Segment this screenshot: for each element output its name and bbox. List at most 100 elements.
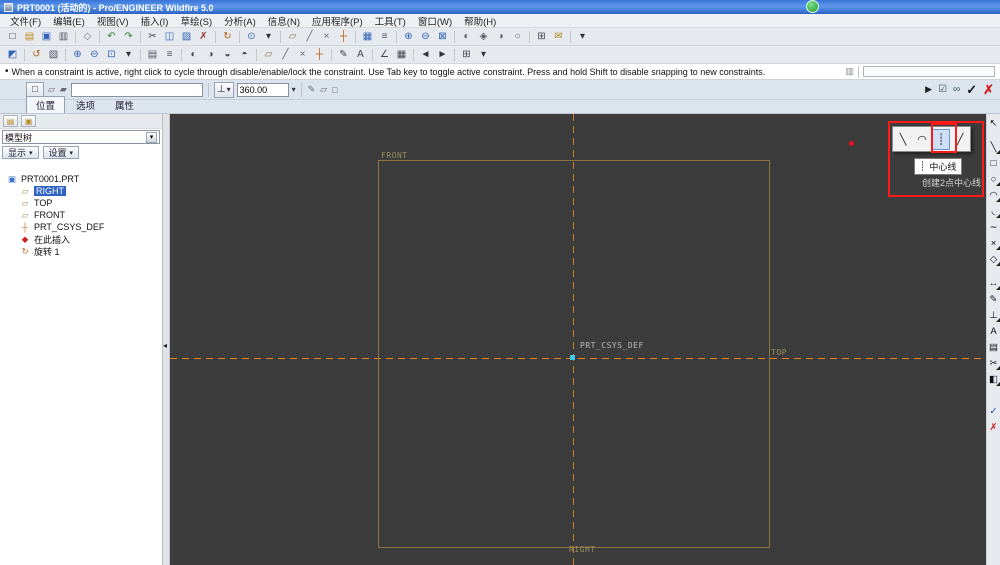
message-log-icon[interactable]: ▥ bbox=[845, 66, 854, 77]
next-view-button[interactable]: ► bbox=[434, 47, 451, 62]
line-tool[interactable]: ╲ bbox=[987, 141, 1000, 154]
verify-glasses-icon[interactable]: ∞ bbox=[953, 84, 960, 95]
constraint-tool[interactable]: ⊥ bbox=[987, 309, 1000, 322]
cut-button[interactable]: ✂ bbox=[144, 29, 161, 44]
cancel-feature-button[interactable]: ✗ bbox=[983, 82, 994, 98]
mail-button[interactable]: ✉ bbox=[550, 29, 567, 44]
layers-button[interactable]: ≡ bbox=[376, 29, 393, 44]
palette-tool[interactable]: ▤ bbox=[987, 341, 1000, 354]
done-button[interactable]: ✓ bbox=[987, 405, 1000, 418]
toggle-datum-csys[interactable]: ┼ bbox=[311, 47, 328, 62]
sketch-edit-icon[interactable]: ✎ bbox=[307, 84, 317, 95]
new-button[interactable]: □ bbox=[4, 29, 21, 44]
datum-point-toggle[interactable]: × bbox=[318, 29, 335, 44]
option-icon-1[interactable]: ▱ bbox=[47, 84, 56, 95]
style-hidden-button[interactable]: ◑ bbox=[202, 47, 219, 62]
undo-button[interactable]: ↶ bbox=[103, 29, 120, 44]
menu-applications[interactable]: 应用程序(P) bbox=[306, 14, 369, 28]
repaint-button[interactable]: ◩ bbox=[4, 47, 21, 62]
style-no-hidden-button[interactable]: ◒ bbox=[219, 47, 236, 62]
menu-insert[interactable]: 插入(I) bbox=[134, 14, 174, 28]
toggle-datum-axes[interactable]: ╱ bbox=[277, 47, 294, 62]
wireframe-display-button[interactable]: ○ bbox=[509, 29, 526, 44]
previous-view-button[interactable]: ◄ bbox=[417, 47, 434, 62]
solid-option-icon[interactable]: □ bbox=[331, 85, 338, 95]
hidden-line-display-button[interactable]: ◑ bbox=[492, 29, 509, 44]
more-view-tools-button[interactable]: ▾ bbox=[475, 47, 492, 62]
message-status-field[interactable] bbox=[863, 66, 995, 77]
new-window-button[interactable]: ⊞ bbox=[533, 29, 550, 44]
menu-view[interactable]: 视图(V) bbox=[91, 14, 135, 28]
angle-dropdown-icon[interactable]: ▾ bbox=[292, 85, 296, 94]
menu-info[interactable]: 信息(N) bbox=[262, 14, 306, 28]
menu-help[interactable]: 帮助(H) bbox=[458, 14, 502, 28]
axis-collector-input[interactable] bbox=[71, 83, 203, 97]
tree-columns-button[interactable]: ▣ bbox=[21, 115, 36, 127]
rectangle-tool[interactable]: □ bbox=[987, 157, 1000, 170]
print-button[interactable]: ▥ bbox=[55, 29, 72, 44]
erase-button[interactable]: ◇ bbox=[79, 29, 96, 44]
settings-dropdown-button[interactable]: 设置 ▾ bbox=[43, 146, 80, 159]
resume-button[interactable]: ▶ bbox=[925, 84, 932, 95]
style-shaded-button[interactable]: ◐ bbox=[185, 47, 202, 62]
select-tool[interactable]: ↖ bbox=[987, 117, 1000, 130]
toggle-datum-planes[interactable]: ▱ bbox=[260, 47, 277, 62]
use-edge-tool[interactable]: ◇ bbox=[987, 253, 1000, 266]
tab-properties[interactable]: 属性 bbox=[106, 97, 143, 113]
datum-plane-toggle[interactable]: ▱ bbox=[284, 29, 301, 44]
refit-button[interactable]: ⊠ bbox=[434, 29, 451, 44]
zoom-out-view-button[interactable]: ⊖ bbox=[86, 47, 103, 62]
menu-analysis[interactable]: 分析(A) bbox=[218, 14, 262, 28]
show-dropdown-button[interactable]: 显示 ▾ bbox=[2, 146, 39, 159]
zoom-in-button[interactable]: ⊕ bbox=[400, 29, 417, 44]
style-wireframe-button[interactable]: ◓ bbox=[236, 47, 253, 62]
surface-option-icon[interactable]: ▱ bbox=[319, 84, 328, 95]
save-button[interactable]: ▣ bbox=[38, 29, 55, 44]
quit-button[interactable]: ✗ bbox=[987, 421, 1000, 434]
tree-item-insert-here[interactable]: ◆ 在此插入 bbox=[0, 233, 162, 245]
arc-tool[interactable]: ◠ bbox=[987, 189, 1000, 202]
model-tree-toggle[interactable]: ▦ bbox=[359, 29, 376, 44]
spline-tool[interactable]: ∼ bbox=[987, 221, 1000, 234]
tree-item-revolve[interactable]: ↻ 旋转 1 bbox=[0, 245, 162, 257]
point-tool[interactable]: × bbox=[987, 237, 1000, 250]
model-tree-selector[interactable]: 模型树 ▾ bbox=[2, 130, 160, 144]
search-button[interactable]: ⊙ bbox=[243, 29, 260, 44]
delete-button[interactable]: ✗ bbox=[195, 29, 212, 44]
tree-item-part[interactable]: ▣ PRT0001.PRT bbox=[0, 173, 162, 185]
panel-splitter[interactable]: ◂ bbox=[163, 114, 170, 565]
sketch-orientation-button[interactable]: ∠ bbox=[376, 47, 393, 62]
title-bar[interactable]: PRT0001 (活动的) - Pro/ENGINEER Wildfire 5.… bbox=[0, 0, 1000, 14]
menu-tools[interactable]: 工具(T) bbox=[369, 14, 412, 28]
redo-button[interactable]: ↷ bbox=[120, 29, 137, 44]
accept-feature-button[interactable]: ✓ bbox=[966, 82, 977, 98]
no-hidden-display-button[interactable]: ◈ bbox=[475, 29, 492, 44]
zoom-out-button[interactable]: ⊖ bbox=[417, 29, 434, 44]
fillet-tool[interactable]: ◟ bbox=[987, 205, 1000, 218]
annotation-button[interactable]: ✎ bbox=[335, 47, 352, 62]
menu-sketch[interactable]: 草绘(S) bbox=[174, 14, 218, 28]
sketch-canvas[interactable]: FRONT TOP RIGHT PRT_CSYS_DEF ╲ ◠ bbox=[170, 114, 986, 565]
toggle-datum-points[interactable]: × bbox=[294, 47, 311, 62]
dimension-tool[interactable]: ↔ bbox=[987, 277, 1000, 290]
layer-manager-button[interactable]: ≡ bbox=[161, 47, 178, 62]
select-filter-button[interactable]: ▾ bbox=[260, 29, 277, 44]
menu-edit[interactable]: 编辑(E) bbox=[47, 14, 91, 28]
grid-toggle[interactable]: ▦ bbox=[393, 47, 410, 62]
menu-file[interactable]: 文件(F) bbox=[4, 14, 47, 28]
zoom-in-view-button[interactable]: ⊕ bbox=[69, 47, 86, 62]
cascade-windows-button[interactable]: ⊞ bbox=[458, 47, 475, 62]
refit-view-button[interactable]: ⊡ bbox=[103, 47, 120, 62]
tab-options[interactable]: 选项 bbox=[67, 97, 104, 113]
notes-button[interactable]: A bbox=[352, 47, 369, 62]
option-icon-2[interactable]: ▰ bbox=[59, 84, 68, 95]
angle-value-input[interactable] bbox=[237, 83, 289, 97]
reorient-button[interactable]: ▧ bbox=[45, 47, 62, 62]
datum-axis-toggle[interactable]: ╱ bbox=[301, 29, 318, 44]
menu-window[interactable]: 窗口(W) bbox=[412, 14, 458, 28]
view-manager-button[interactable]: ▤ bbox=[144, 47, 161, 62]
tree-item-right[interactable]: ▱ RIGHT bbox=[0, 185, 162, 197]
shaded-display-button[interactable]: ◐ bbox=[458, 29, 475, 44]
circle-tool[interactable]: ○ bbox=[987, 173, 1000, 186]
chevron-down-icon[interactable]: ▾ bbox=[146, 132, 157, 143]
